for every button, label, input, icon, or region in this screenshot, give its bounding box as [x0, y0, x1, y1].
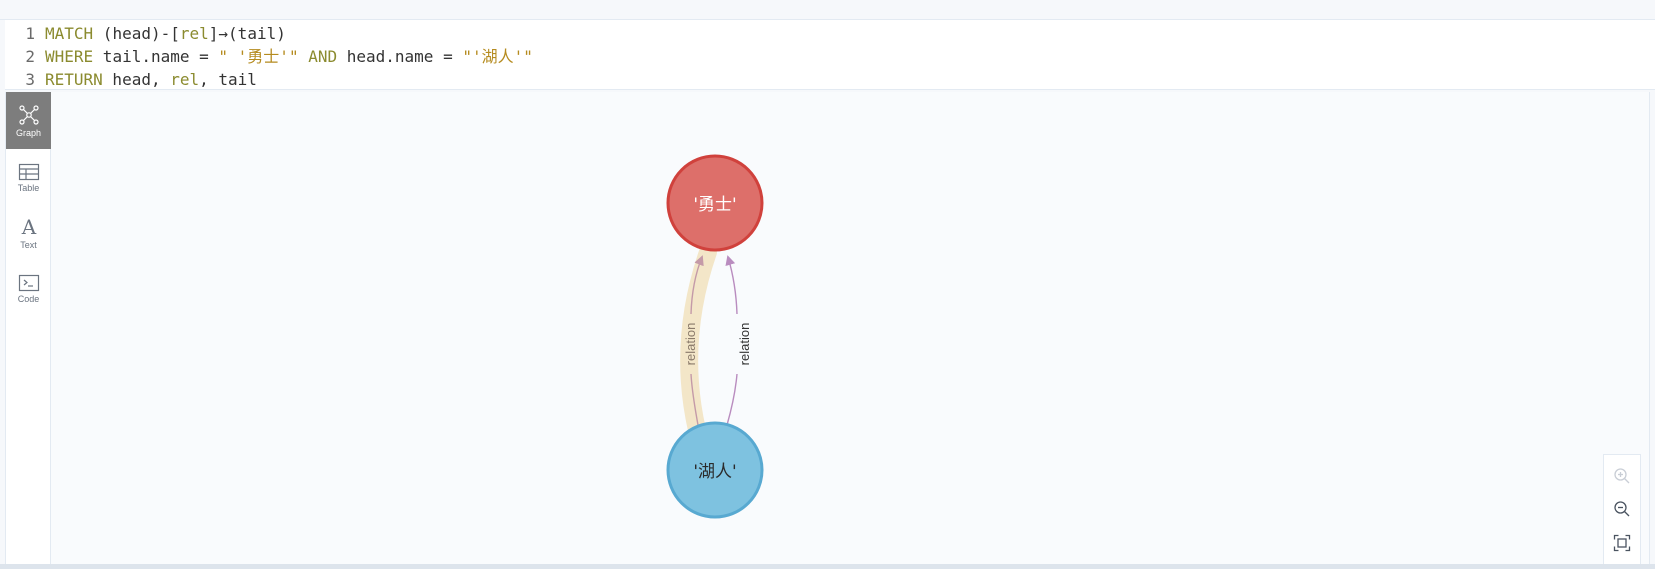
text-icon: A: [20, 216, 36, 238]
view-mode-sidebar: Graph Table A Text Code: [6, 92, 51, 564]
node-warriors[interactable]: '勇士': [666, 154, 764, 252]
code-token: tail.name =: [93, 47, 219, 66]
code-token: "'湖人'": [462, 47, 533, 66]
sidebar-item-label: Text: [20, 239, 37, 250]
line-number: 1: [25, 24, 35, 43]
code-token: rel: [179, 24, 209, 43]
code-token: (head)-[: [93, 24, 180, 43]
line-number: 2: [25, 47, 35, 66]
zoom-in-button[interactable]: [1610, 464, 1634, 488]
edge-relation-2-upper[interactable]: [725, 255, 738, 315]
zoom-controls: [1603, 454, 1641, 564]
sidebar-item-text[interactable]: A Text: [6, 204, 51, 261]
zoom-out-button[interactable]: [1610, 497, 1634, 521]
sidebar-item-label: Code: [17, 293, 40, 304]
code-token: head,: [102, 70, 171, 89]
sidebar-item-table[interactable]: Table: [6, 149, 51, 206]
code-line-3: 3 RETURN head, rel, tail: [5, 68, 1655, 91]
code-token: RETURN: [45, 70, 103, 89]
line-number: 3: [25, 70, 35, 89]
code-token: " '勇士'": [218, 47, 299, 66]
edge-relation-2[interactable]: [726, 373, 738, 426]
node-lakers[interactable]: '湖人': [666, 421, 764, 519]
code-icon: [18, 274, 39, 291]
bottom-border: [0, 564, 1655, 569]
fit-screen-icon: [1613, 534, 1631, 552]
code-token: , tail: [199, 70, 257, 89]
graph-canvas[interactable]: relation relation '勇士' '湖人': [52, 92, 1651, 564]
svg-text:A: A: [20, 216, 36, 238]
code-token: ]→(tail): [208, 24, 286, 43]
code-token: WHERE: [45, 47, 94, 66]
code-token: MATCH: [45, 24, 94, 43]
code-line-1: 1 MATCH (head)-[rel]→(tail): [5, 22, 1655, 45]
graph-icon: [18, 104, 39, 125]
code-token: AND: [298, 47, 338, 66]
node-label: '湖人': [693, 462, 736, 482]
top-band: [0, 0, 1655, 20]
query-editor[interactable]: 1 MATCH (head)-[rel]→(tail) 2 WHERE tail…: [5, 20, 1655, 90]
sidebar-item-label: Graph: [15, 127, 41, 138]
node-label: '勇士': [693, 195, 736, 215]
sidebar-item-graph[interactable]: Graph: [6, 92, 51, 149]
edge-label: relation: [737, 323, 752, 366]
fit-screen-button[interactable]: [1610, 531, 1634, 555]
graph-svg[interactable]: relation relation '勇士' '湖人': [52, 92, 1651, 564]
zoom-out-icon: [1614, 501, 1630, 517]
table-icon: [18, 163, 39, 180]
code-line-2: 2 WHERE tail.name = " '勇士'" AND head.nam…: [5, 45, 1655, 68]
edge-label: relation: [683, 323, 698, 366]
sidebar-item-label: Table: [17, 182, 40, 193]
result-panel: Graph Table A Text Code relation relatio…: [5, 92, 1650, 564]
sidebar-item-code[interactable]: Code: [6, 260, 51, 317]
code-token: rel: [170, 70, 200, 89]
zoom-in-icon: [1614, 468, 1630, 484]
code-token: head.name =: [337, 47, 463, 66]
